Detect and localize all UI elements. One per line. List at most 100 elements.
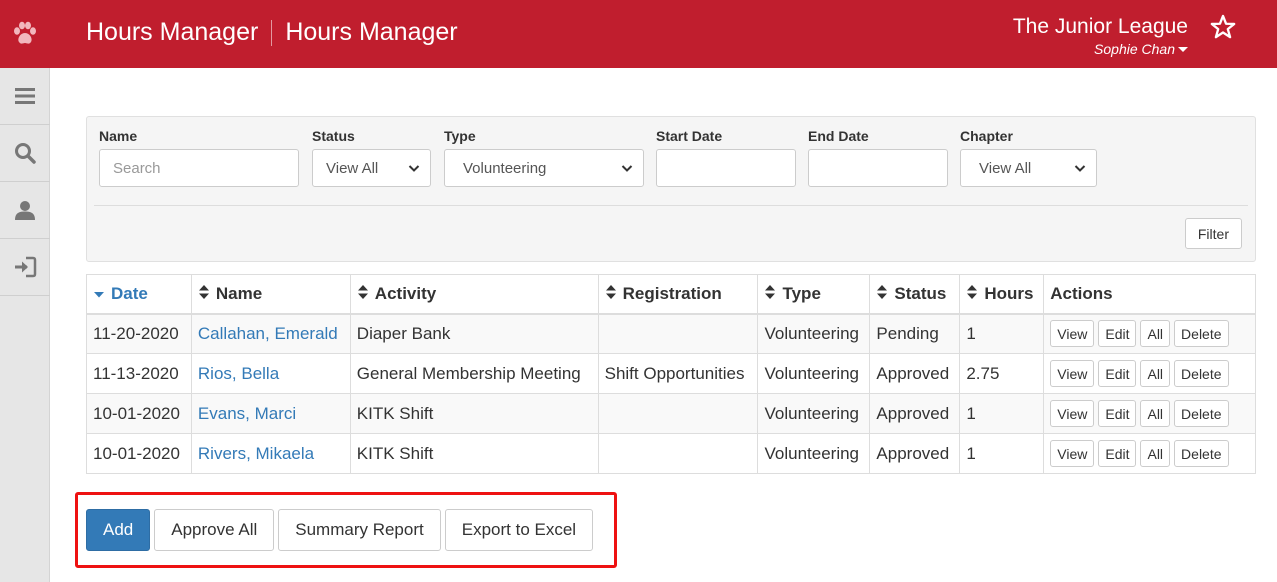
- column-header-label: Status: [894, 283, 947, 303]
- sidebar-item-user[interactable]: [0, 182, 50, 239]
- all-button[interactable]: All: [1140, 440, 1171, 467]
- filter-button[interactable]: Filter: [1184, 218, 1242, 249]
- member-name-link[interactable]: Rios, Bella: [198, 364, 279, 383]
- cell-hours: 1: [959, 393, 1045, 434]
- column-header-activity[interactable]: Activity: [349, 274, 599, 315]
- column-header-label: Activity: [374, 283, 437, 303]
- user-name: Sophie Chan: [1094, 41, 1175, 57]
- chapter-select[interactable]: View All: [960, 149, 1097, 187]
- sort-icon: [967, 284, 978, 299]
- name-search-input[interactable]: Search: [99, 149, 299, 187]
- end-date-input[interactable]: [808, 149, 948, 187]
- page-title: Hours Manager: [285, 18, 458, 46]
- status-select[interactable]: View All: [312, 149, 431, 187]
- view-button[interactable]: View: [1050, 320, 1095, 348]
- all-button[interactable]: All: [1140, 320, 1171, 348]
- org-name: The Junior League: [1012, 15, 1188, 38]
- cell-date: 10-01-2020: [86, 393, 192, 434]
- edit-button[interactable]: Edit: [1098, 320, 1137, 348]
- column-header-status[interactable]: Status: [869, 274, 961, 315]
- column-header-label: Registration: [622, 283, 722, 303]
- column-header-type[interactable]: Type: [757, 274, 871, 315]
- delete-button[interactable]: Delete: [1174, 360, 1229, 387]
- delete-button[interactable]: Delete: [1174, 320, 1229, 348]
- cell-status: Approved: [869, 393, 961, 434]
- cell-actions: View Edit All Delete: [1043, 433, 1256, 474]
- table-row: 11-13-2020 Rios, Bella General Membershi…: [86, 353, 1256, 394]
- filter-panel: Name Search Status View All Type Volunte…: [86, 116, 1256, 262]
- app-title[interactable]: Hours Manager: [86, 18, 258, 47]
- column-header-hours[interactable]: Hours: [959, 274, 1045, 315]
- table-row: 10-01-2020 Rivers, Mikaela KITK Shift Vo…: [86, 433, 1256, 474]
- member-name-link[interactable]: Evans, Marci: [198, 404, 296, 423]
- menu-icon: [15, 88, 35, 104]
- cell-registration: Shift Opportunities: [597, 353, 759, 394]
- sidebar-item-search[interactable]: [0, 125, 50, 182]
- table-header-row: Date Name Activity Registration Type Sta…: [86, 274, 1256, 315]
- name-search-placeholder: Search: [113, 159, 161, 177]
- cell-actions: View Edit All Delete: [1043, 313, 1256, 354]
- delete-button[interactable]: Delete: [1174, 400, 1229, 427]
- filter-divider: [94, 205, 1248, 206]
- cell-registration: [597, 393, 759, 434]
- cell-actions: View Edit All Delete: [1043, 353, 1256, 394]
- cell-name: Rivers, Mikaela: [190, 433, 351, 474]
- end-date-filter-group: End Date: [808, 128, 948, 187]
- title-divider: [271, 19, 273, 46]
- paw-logo-icon[interactable]: [0, 0, 50, 68]
- sort-icon: [765, 284, 776, 299]
- edit-button[interactable]: Edit: [1098, 360, 1137, 387]
- view-button[interactable]: View: [1050, 360, 1095, 387]
- sort-icon: [357, 284, 368, 299]
- sidebar-item-signin[interactable]: [0, 239, 50, 296]
- sidebar-item-menu[interactable]: [0, 68, 50, 125]
- edit-button[interactable]: Edit: [1098, 400, 1137, 427]
- all-button[interactable]: All: [1140, 400, 1171, 427]
- cell-status: Approved: [869, 353, 961, 394]
- favorite-star-icon[interactable]: [1207, 10, 1239, 44]
- cell-hours: 1: [959, 313, 1045, 354]
- start-date-input[interactable]: [656, 149, 796, 187]
- column-header-registration[interactable]: Registration: [597, 274, 759, 315]
- chevron-down-icon: [408, 165, 420, 172]
- user-icon: [15, 201, 35, 220]
- type-select[interactable]: Volunteering: [444, 149, 644, 187]
- view-button[interactable]: View: [1050, 400, 1095, 427]
- edit-button[interactable]: Edit: [1098, 440, 1137, 467]
- search-icon: [15, 143, 36, 164]
- delete-button[interactable]: Delete: [1174, 440, 1229, 467]
- status-select-value: View All: [326, 159, 379, 177]
- chevron-down-icon: [621, 165, 633, 172]
- cell-hours: 1: [959, 433, 1045, 474]
- sort-desc-icon: [94, 291, 104, 298]
- cell-status: Pending: [869, 313, 961, 354]
- cell-type: Volunteering: [757, 433, 871, 474]
- column-header-date[interactable]: Date: [86, 274, 192, 315]
- sort-icon: [605, 284, 616, 299]
- column-header-actions: Actions: [1043, 274, 1256, 315]
- top-header: Hours Manager Hours Manager The Junior L…: [0, 0, 1277, 68]
- add-button[interactable]: Add: [86, 509, 151, 551]
- member-name-link[interactable]: Callahan, Emerald: [198, 324, 338, 343]
- cell-name: Evans, Marci: [190, 393, 351, 434]
- column-header-name[interactable]: Name: [190, 274, 351, 315]
- view-button[interactable]: View: [1050, 440, 1095, 467]
- user-menu[interactable]: Sophie Chan: [1013, 40, 1188, 58]
- member-name-link[interactable]: Rivers, Mikaela: [198, 444, 314, 463]
- all-button[interactable]: All: [1140, 360, 1171, 387]
- caret-down-icon: [1178, 47, 1188, 52]
- column-header-label: Actions: [1050, 283, 1113, 303]
- header-titles: Hours Manager Hours Manager: [86, 18, 458, 47]
- start-date-filter-group: Start Date: [656, 128, 796, 187]
- column-header-label: Date: [111, 283, 148, 303]
- chevron-down-icon: [1074, 165, 1086, 172]
- export-to-excel-button[interactable]: Export to Excel: [444, 509, 594, 551]
- sidebar: [0, 68, 50, 582]
- summary-report-button[interactable]: Summary Report: [278, 509, 441, 551]
- chapter-select-value: View All: [979, 159, 1032, 177]
- approve-all-button[interactable]: Approve All: [154, 509, 275, 551]
- sign-in-icon: [15, 256, 37, 278]
- column-header-label: Type: [782, 283, 821, 303]
- end-date-label: End Date: [808, 128, 869, 144]
- cell-actions: View Edit All Delete: [1043, 393, 1256, 434]
